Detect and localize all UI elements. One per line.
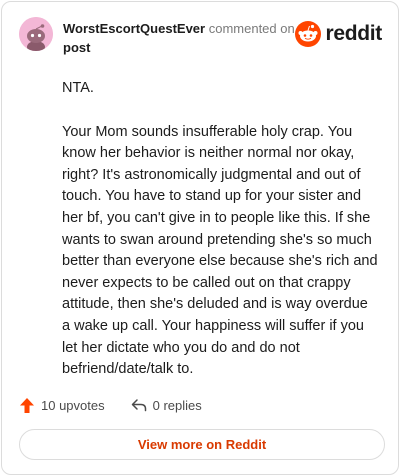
- comment-meta: WorstEscortQuestEver commented on post: [63, 19, 295, 57]
- comment-header: WorstEscortQuestEver commented on post r…: [19, 16, 382, 56]
- comment-footer: 10 upvotes 0 replies: [19, 394, 202, 416]
- upvotes-stat[interactable]: 10 upvotes: [19, 397, 105, 414]
- reply-arrow-icon: [131, 399, 146, 412]
- upvote-arrow-icon: [20, 397, 34, 413]
- action-text: commented on: [208, 21, 295, 36]
- comment-body: NTA. Your Mom sounds insufferable holy c…: [62, 78, 378, 403]
- replies-stat[interactable]: 0 replies: [131, 398, 202, 413]
- post-link[interactable]: post: [63, 38, 295, 57]
- reddit-wordmark: reddit: [325, 22, 382, 45]
- upvotes-count: 10 upvotes: [41, 397, 105, 413]
- reddit-snoo-icon: [295, 21, 322, 47]
- view-more-button[interactable]: View more on Reddit: [19, 429, 385, 460]
- comment-paragraph: NTA.: [62, 80, 94, 96]
- username-link[interactable]: WorstEscortQuestEver: [63, 21, 205, 36]
- snoo-avatar-icon: [19, 17, 53, 51]
- reddit-logo[interactable]: reddit: [295, 21, 382, 47]
- user-avatar[interactable]: [19, 17, 53, 51]
- reddit-comment-embed: WorstEscortQuestEver commented on post r…: [1, 1, 399, 475]
- comment-paragraph: Your Mom sounds insufferable holy crap. …: [62, 123, 378, 378]
- replies-count: 0 replies: [152, 397, 202, 413]
